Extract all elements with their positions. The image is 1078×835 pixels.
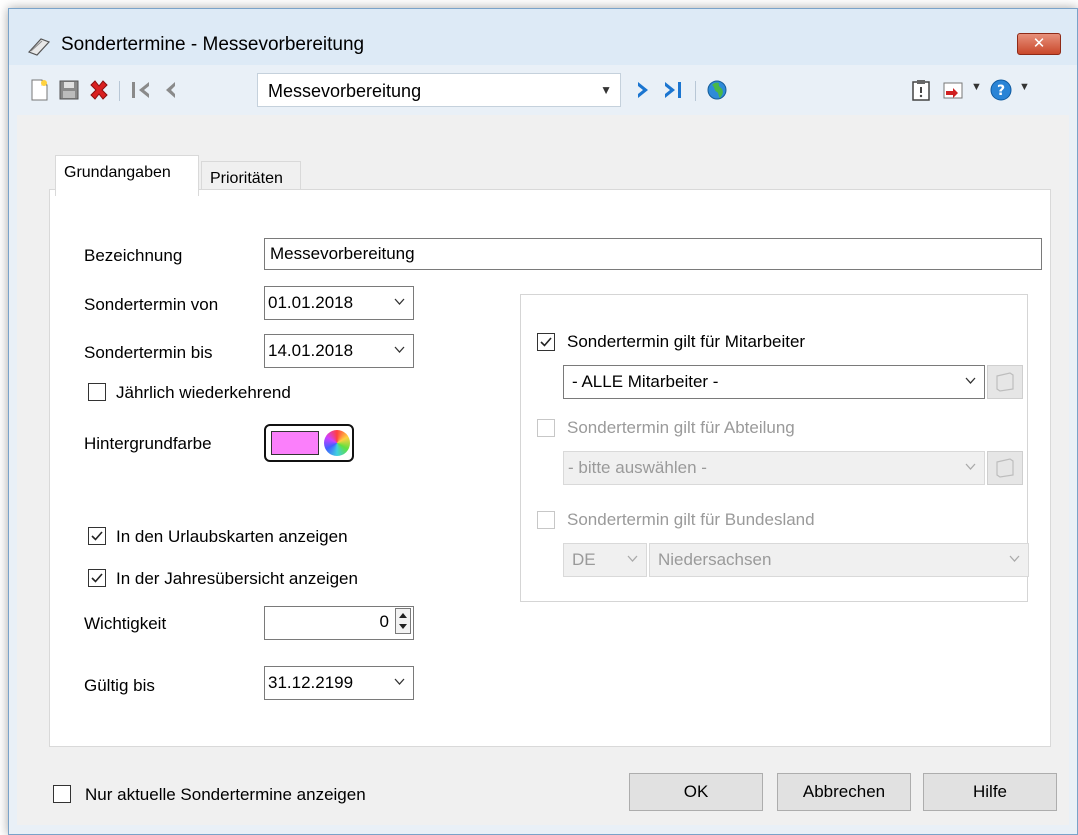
- chevron-down-icon[interactable]: [394, 678, 405, 686]
- abteilung-label[interactable]: Sondertermin gilt für Abteilung: [567, 418, 795, 438]
- mitarbeiter-browse-button[interactable]: [987, 365, 1023, 399]
- folder-icon: [996, 458, 1014, 478]
- scope-groupbox: Sondertermin gilt für Mitarbeiter - ALLE…: [520, 294, 1029, 602]
- color-wheel-icon: [324, 430, 350, 456]
- tab-grundangaben[interactable]: Grundangaben: [55, 155, 199, 196]
- bundesland-select[interactable]: Niedersachsen: [649, 543, 1029, 577]
- toolbar-separator: [695, 81, 696, 101]
- help-icon[interactable]: ?: [989, 78, 1013, 102]
- land-value: DE: [572, 550, 596, 569]
- toolbar-separator: [119, 81, 120, 101]
- abteilung-browse-button[interactable]: [987, 451, 1023, 485]
- spin-arrows-icon[interactable]: [396, 609, 410, 633]
- urlaubskarten-checkbox[interactable]: [88, 527, 106, 545]
- bezeichnung-label: Bezeichnung: [84, 246, 183, 265]
- mitarbeiter-value: - ALLE Mitarbeiter -: [572, 372, 719, 391]
- gueltig-bis-date-picker[interactable]: 31.12.2199: [264, 666, 414, 700]
- toolbar: Messevorbereitung ▼ ▼ ? ▼: [9, 65, 1077, 115]
- mitarbeiter-select[interactable]: - ALLE Mitarbeiter -: [563, 365, 985, 399]
- jahresuebersicht-label[interactable]: In der Jahresübersicht anzeigen: [116, 569, 358, 589]
- cancel-button[interactable]: Abbrechen: [777, 773, 911, 811]
- chevron-down-icon[interactable]: [394, 298, 405, 306]
- gueltig-bis-label: Gültig bis: [84, 676, 155, 695]
- bis-label: Sondertermin bis: [84, 343, 213, 362]
- help-dropdown-icon[interactable]: ▼: [1019, 81, 1030, 93]
- wichtigkeit-stepper[interactable]: 0: [264, 606, 414, 640]
- chevron-down-icon[interactable]: [1009, 555, 1020, 563]
- bis-value: 14.01.2018: [268, 341, 354, 360]
- checkmark-icon: [91, 531, 103, 541]
- mitarbeiter-label[interactable]: Sondertermin gilt für Mitarbeiter: [567, 332, 805, 352]
- last-record-icon[interactable]: [661, 78, 685, 102]
- export-dropdown-icon[interactable]: ▼: [971, 81, 982, 93]
- bundesland-label[interactable]: Sondertermin gilt für Bundesland: [567, 510, 815, 530]
- chevron-down-icon[interactable]: [965, 463, 976, 471]
- record-selector-value: Messevorbereitung: [268, 81, 422, 101]
- urlaubskarten-label[interactable]: In den Urlaubskarten anzeigen: [116, 527, 348, 547]
- abteilung-value: - bitte auswählen -: [568, 458, 707, 477]
- chevron-down-icon[interactable]: [627, 555, 638, 563]
- jahresuebersicht-checkbox[interactable]: [88, 569, 106, 587]
- ok-button[interactable]: OK: [629, 773, 763, 811]
- bundesland-value: Niedersachsen: [658, 550, 772, 569]
- nur-aktuelle-label[interactable]: Nur aktuelle Sondertermine anzeigen: [85, 785, 366, 805]
- title-bar: Sondertermine - Messevorbereitung ✕: [9, 9, 1077, 65]
- chevron-down-icon[interactable]: [965, 377, 976, 385]
- bezeichnung-input[interactable]: Messevorbereitung: [264, 238, 1042, 270]
- close-button[interactable]: ✕: [1017, 33, 1061, 55]
- content-area: Grundangaben Prioritäten Bezeichnung Mes…: [17, 115, 1069, 825]
- chevron-down-icon[interactable]: ▼: [600, 83, 612, 97]
- previous-record-icon[interactable]: [159, 78, 183, 102]
- bundesland-checkbox[interactable]: [537, 511, 555, 529]
- bis-date-picker[interactable]: 14.01.2018: [264, 334, 414, 368]
- nur-aktuelle-checkbox[interactable]: [53, 785, 71, 803]
- checkmark-icon: [91, 573, 103, 583]
- jaehrlich-checkbox[interactable]: [88, 383, 106, 401]
- von-label: Sondertermin von: [84, 295, 219, 314]
- von-value: 01.01.2018: [268, 293, 354, 312]
- help-button[interactable]: Hilfe: [923, 773, 1057, 811]
- save-icon[interactable]: [57, 78, 81, 102]
- color-picker-button[interactable]: [264, 424, 354, 462]
- color-swatch: [271, 431, 319, 455]
- first-record-icon[interactable]: [129, 78, 153, 102]
- von-date-picker[interactable]: 01.01.2018: [264, 286, 414, 320]
- record-selector[interactable]: Messevorbereitung ▼: [257, 73, 621, 107]
- gueltig-bis-value: 31.12.2199: [268, 673, 354, 692]
- svg-text:?: ?: [997, 83, 1005, 99]
- chevron-down-icon[interactable]: [394, 346, 405, 354]
- folder-icon: [996, 372, 1014, 392]
- app-icon: [27, 38, 51, 56]
- delete-icon[interactable]: [87, 78, 111, 102]
- tab-panel-grundangaben: Bezeichnung Messevorbereitung Sonderterm…: [49, 189, 1051, 747]
- new-icon[interactable]: [27, 78, 51, 102]
- land-select[interactable]: DE: [563, 543, 647, 577]
- hintergrundfarbe-label: Hintergrundfarbe: [84, 434, 212, 453]
- dialog-window: Sondertermine - Messevorbereitung ✕ Mess…: [8, 8, 1078, 835]
- wichtigkeit-label: Wichtigkeit: [84, 614, 167, 633]
- jaehrlich-label[interactable]: Jährlich wiederkehrend: [116, 383, 291, 403]
- checkmark-icon: [540, 337, 552, 347]
- spin-buttons[interactable]: [395, 608, 411, 634]
- mitarbeiter-checkbox[interactable]: [537, 333, 555, 351]
- clipboard-icon[interactable]: [909, 78, 933, 102]
- globe-icon[interactable]: [705, 78, 729, 102]
- abteilung-checkbox[interactable]: [537, 419, 555, 437]
- next-record-icon[interactable]: [631, 78, 655, 102]
- abteilung-select[interactable]: - bitte auswählen -: [563, 451, 985, 485]
- export-icon[interactable]: [941, 78, 965, 102]
- window-title: Sondertermine - Messevorbereitung: [61, 34, 365, 55]
